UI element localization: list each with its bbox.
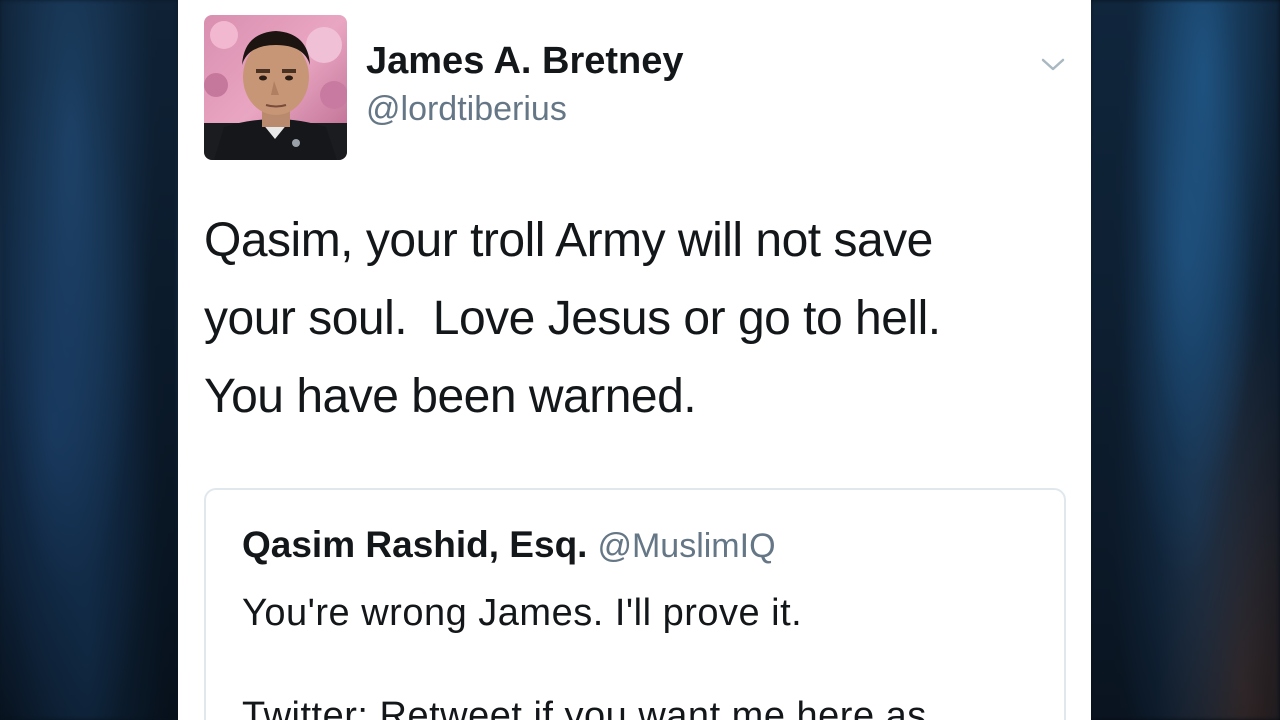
tweet-card: James A. Bretney @lordtiberius Qasim, yo… — [178, 0, 1091, 720]
quoted-tweet-header: Qasim Rashid, Esq. @MuslimIQ — [242, 524, 776, 566]
author-display-name[interactable]: James A. Bretney — [366, 40, 684, 83]
quoted-tweet-text-line: Twitter: Retweet if you want me here as — [242, 695, 927, 720]
tweet-text: Qasim, your troll Army will not save you… — [204, 202, 1064, 436]
blurred-background-left — [0, 0, 178, 720]
quoted-author-handle: @MuslimIQ — [597, 527, 776, 565]
author-handle[interactable]: @lordtiberius — [366, 90, 567, 129]
tweet-text-line: You have been warned. — [204, 370, 697, 423]
avatar-photo — [204, 15, 347, 160]
quoted-tweet-text-line: You're wrong James. I'll prove it. — [242, 592, 803, 634]
quoted-author-name: Qasim Rashid, Esq. — [242, 524, 588, 565]
blurred-background-right — [1090, 0, 1280, 720]
tweet-text-line: your soul. Love Jesus or go to hell. — [204, 292, 941, 345]
chevron-down-icon[interactable] — [1039, 52, 1067, 76]
avatar[interactable] — [204, 15, 347, 160]
tweet-text-line: Qasim, your troll Army will not save — [204, 214, 933, 267]
video-frame: James A. Bretney @lordtiberius Qasim, yo… — [0, 0, 1280, 720]
quoted-tweet[interactable]: Qasim Rashid, Esq. @MuslimIQ You're wrong… — [204, 488, 1066, 720]
